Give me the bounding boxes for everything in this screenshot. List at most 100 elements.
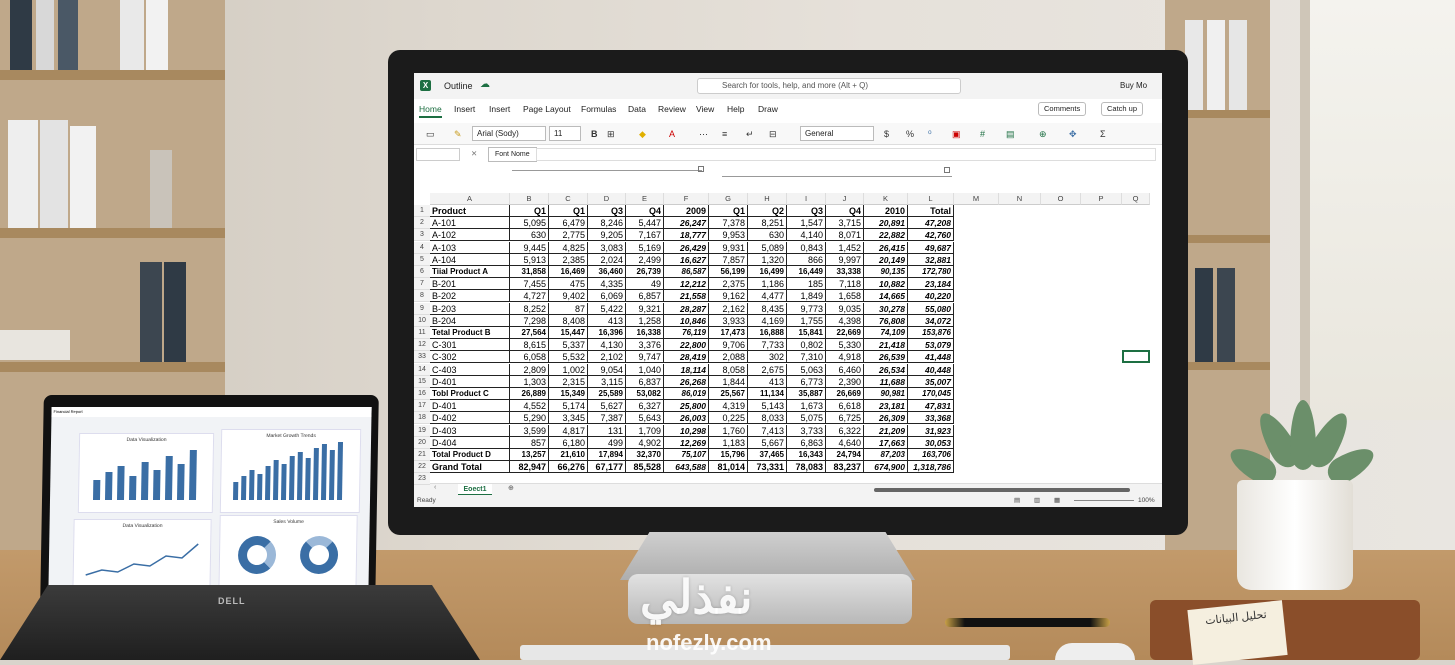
more-icon[interactable]: ⋯	[699, 127, 708, 141]
table-cell[interactable]: Grand Total	[430, 461, 510, 474]
table-cell[interactable]: 4,335	[588, 278, 626, 291]
format-painter-icon[interactable]: ✎	[454, 127, 462, 141]
add-sheet-icon[interactable]: ⊕	[508, 484, 514, 492]
table-cell[interactable]: 81,014	[709, 461, 748, 474]
row-header[interactable]: 7	[414, 278, 430, 291]
table-header-cell[interactable]: 2009	[664, 205, 709, 217]
row-header[interactable]: 8	[414, 290, 430, 303]
table-cell[interactable]: 30,053	[908, 436, 954, 449]
table-cell[interactable]: 6,725	[826, 412, 864, 425]
table-cell[interactable]: 22,800	[664, 339, 709, 352]
table-cell[interactable]: 47,208	[908, 217, 954, 230]
table-cell[interactable]: 16,627	[664, 253, 709, 266]
table-cell[interactable]: 8,435	[748, 302, 787, 315]
table-cell[interactable]: 4,918	[826, 351, 864, 364]
table-cell[interactable]: 0,802	[787, 339, 826, 352]
table-cell[interactable]: 5,169	[626, 241, 664, 254]
table-cell[interactable]: 25,800	[664, 400, 709, 413]
tab-insert-2[interactable]: Insert	[489, 104, 510, 114]
table-cell[interactable]: 3,599	[510, 424, 549, 437]
table-cell[interactable]: 857	[510, 436, 549, 449]
table-cell[interactable]: 31,858	[510, 266, 549, 278]
table-cell[interactable]: 6,857	[626, 290, 664, 303]
borders-icon[interactable]: ⊞	[607, 127, 615, 141]
catch-up-button[interactable]: Catch up	[1101, 102, 1144, 116]
table-cell[interactable]: 2,499	[626, 253, 664, 266]
table-cell[interactable]: 14,665	[864, 290, 908, 303]
table-header-cell[interactable]: Q1	[510, 205, 549, 217]
table-cell[interactable]: 4,902	[626, 436, 664, 449]
table-cell[interactable]: 28,287	[664, 302, 709, 315]
table-cell[interactable]: 6,327	[626, 400, 664, 413]
table-cell[interactable]: 21,418	[864, 339, 908, 352]
table-cell[interactable]: 5,290	[510, 412, 549, 425]
row-header[interactable]: 33	[414, 351, 430, 364]
insert-cells-icon[interactable]: ⊕	[1039, 127, 1047, 141]
table-cell[interactable]: D-401	[430, 375, 510, 388]
table-cell[interactable]: 83,237	[826, 461, 864, 474]
table-cell[interactable]: 42,760	[908, 229, 954, 242]
table-cell[interactable]: 13,257	[510, 449, 549, 461]
column-header[interactable]: N	[999, 193, 1041, 205]
table-cell[interactable]: 22,882	[864, 229, 908, 242]
table-cell[interactable]: 12,269	[664, 436, 709, 449]
table-cell[interactable]: A-101	[430, 217, 510, 230]
column-header[interactable]: I	[787, 193, 826, 205]
table-cell[interactable]: 67,177	[588, 461, 626, 474]
table-cell[interactable]: 163,706	[908, 449, 954, 461]
table-header-cell[interactable]: Total	[908, 205, 954, 217]
table-cell[interactable]: 1,849	[787, 290, 826, 303]
merge-icon[interactable]: ⊟	[769, 127, 777, 141]
column-header[interactable]: P	[1081, 193, 1122, 205]
table-cell[interactable]: 41,448	[908, 351, 954, 364]
table-cell[interactable]: 4,319	[709, 400, 748, 413]
table-header-cell[interactable]: Q4	[626, 205, 664, 217]
table-cell[interactable]: 4,825	[549, 241, 588, 254]
table-cell[interactable]: 5,063	[787, 363, 826, 376]
table-cell[interactable]: B-204	[430, 314, 510, 327]
table-cell[interactable]: 643,588	[664, 461, 709, 474]
table-cell[interactable]: 2,809	[510, 363, 549, 376]
table-cell[interactable]: 6,479	[549, 217, 588, 230]
table-cell[interactable]: 66,276	[549, 461, 588, 474]
table-cell[interactable]: 5,422	[588, 302, 626, 315]
table-cell[interactable]: 4,817	[549, 424, 588, 437]
table-cell[interactable]: 1,709	[626, 424, 664, 437]
table-cell[interactable]: Tiial Product A	[430, 266, 510, 278]
table-cell[interactable]: 5,143	[748, 400, 787, 413]
tab-help[interactable]: Help	[727, 104, 744, 114]
table-cell[interactable]: 170,045	[908, 388, 954, 400]
table-cell[interactable]: 1,658	[826, 290, 864, 303]
column-header[interactable]: Q	[1122, 193, 1150, 205]
table-cell[interactable]: 75,107	[664, 449, 709, 461]
table-cell[interactable]: D-404	[430, 436, 510, 449]
table-cell[interactable]: 1,186	[748, 278, 787, 291]
table-cell[interactable]: 16,469	[549, 266, 588, 278]
row-header[interactable]: 12	[414, 339, 430, 352]
table-header-cell[interactable]: Q4	[826, 205, 864, 217]
table-cell[interactable]: 4,130	[588, 339, 626, 352]
table-cell[interactable]: 20,149	[864, 253, 908, 266]
table-cell[interactable]: 16,888	[748, 327, 787, 339]
table-cell[interactable]: 4,727	[510, 290, 549, 303]
row-header[interactable]: 4	[414, 241, 430, 254]
table-cell[interactable]: 3,115	[588, 375, 626, 388]
table-cell[interactable]: 49	[626, 278, 664, 291]
table-cell[interactable]: 8,071	[826, 229, 864, 242]
table-cell[interactable]: C-302	[430, 351, 510, 364]
table-cell[interactable]: 11,688	[864, 375, 908, 388]
row-header[interactable]: 14	[414, 363, 430, 376]
table-cell[interactable]: 9,773	[787, 302, 826, 315]
table-cell[interactable]: 7,733	[748, 339, 787, 352]
table-cell[interactable]: A-104	[430, 253, 510, 266]
table-cell[interactable]: 76,119	[664, 327, 709, 339]
table-cell[interactable]: 7,857	[709, 253, 748, 266]
table-cell[interactable]: 9,035	[826, 302, 864, 315]
table-cell[interactable]: 9,747	[626, 351, 664, 364]
table-cell[interactable]: 90,135	[864, 266, 908, 278]
table-cell[interactable]: 6,460	[826, 363, 864, 376]
comments-button[interactable]: Comments	[1038, 102, 1087, 116]
table-cell[interactable]: 2,315	[549, 375, 588, 388]
table-cell[interactable]: 26,309	[864, 412, 908, 425]
table-cell[interactable]: 3,933	[709, 314, 748, 327]
